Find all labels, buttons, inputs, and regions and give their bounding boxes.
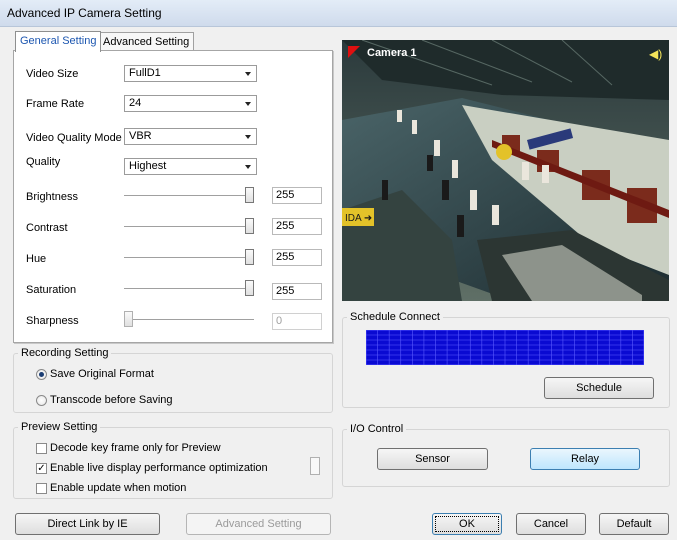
chevron-down-icon: [245, 72, 251, 76]
video-quality-mode-value: VBR: [129, 130, 152, 142]
sensor-button[interactable]: Sensor: [377, 448, 488, 470]
io-control-title: I/O Control: [347, 423, 407, 435]
frame-rate-value: 24: [129, 97, 142, 109]
contrast-slider-track: [124, 226, 254, 228]
camera-name: Camera 1: [367, 47, 417, 59]
schedule-grid-svg: [365, 329, 645, 366]
saturation-slider-track: [124, 288, 254, 290]
recording-setting-title: Recording Setting: [18, 347, 112, 359]
window-title: Advanced IP Camera Setting: [7, 6, 162, 20]
recording-indicator-icon: [348, 46, 360, 58]
cancel-button[interactable]: Cancel: [516, 513, 586, 535]
schedule-button[interactable]: Schedule: [544, 377, 654, 399]
brightness-slider-thumb[interactable]: [245, 187, 254, 203]
saturation-slider-thumb[interactable]: [245, 280, 254, 296]
hue-label: Hue: [26, 253, 47, 265]
hue-slider-thumb[interactable]: [245, 249, 254, 265]
decode-key-frame-checkbox[interactable]: [36, 443, 47, 454]
direct-link-by-ie-button[interactable]: Direct Link by IE: [15, 513, 160, 535]
sharpness-value[interactable]: 0: [272, 313, 322, 330]
update-when-motion-checkbox[interactable]: [36, 483, 47, 494]
preview-setting-title: Preview Setting: [18, 421, 101, 433]
frame-rate-label: Frame Rate: [26, 98, 85, 110]
sharpness-slider-thumb[interactable]: [124, 311, 133, 327]
contrast-label: Contrast: [26, 222, 68, 234]
saturation-label: Saturation: [26, 284, 77, 296]
relay-button[interactable]: Relay: [530, 448, 640, 470]
sharpness-slider-track: [124, 319, 254, 321]
quality-label: Quality: [26, 156, 61, 168]
camera-preview: IDA ➜ Camera 1 ◀): [342, 39, 669, 301]
update-when-motion-label[interactable]: Enable update when motion: [50, 482, 186, 494]
video-quality-mode-select[interactable]: VBR: [124, 128, 257, 145]
chevron-down-icon: [245, 135, 251, 139]
ok-button[interactable]: OK: [432, 513, 502, 535]
camera-scene: IDA ➜: [342, 39, 669, 301]
video-quality-mode-label: Video Quality Mode: [26, 132, 122, 144]
save-original-format-label[interactable]: Save Original Format: [50, 368, 154, 380]
brightness-value[interactable]: 255: [272, 187, 322, 204]
svg-text:IDA ➜: IDA ➜: [345, 213, 372, 224]
hue-value[interactable]: 255: [272, 249, 322, 266]
speaker-icon[interactable]: ◀): [649, 47, 662, 61]
tab-general-setting[interactable]: General Setting: [15, 31, 102, 52]
transcode-before-saving-radio[interactable]: [36, 395, 47, 406]
brightness-slider-track: [124, 195, 254, 197]
chevron-down-icon: [245, 165, 251, 169]
contrast-value[interactable]: 255: [272, 218, 322, 235]
sharpness-label: Sharpness: [26, 315, 79, 327]
default-button[interactable]: Default: [599, 513, 669, 535]
video-size-label: Video Size: [26, 68, 79, 80]
video-size-select[interactable]: FullD1: [124, 65, 257, 82]
brightness-label: Brightness: [26, 191, 78, 203]
save-original-format-radio[interactable]: [36, 369, 47, 380]
advanced-setting-button[interactable]: Advanced Setting: [186, 513, 331, 535]
schedule-connect-title: Schedule Connect: [347, 311, 443, 323]
title-bar: Advanced IP Camera Setting: [0, 0, 677, 27]
info-icon: [310, 457, 320, 475]
chevron-down-icon: [245, 102, 251, 106]
live-display-optimization-label[interactable]: Enable live display performance optimiza…: [50, 462, 268, 474]
hue-slider-track: [124, 257, 254, 259]
live-display-optimization-checkbox[interactable]: ✓: [36, 463, 47, 474]
quality-value: Highest: [129, 160, 167, 172]
saturation-value[interactable]: 255: [272, 283, 322, 300]
quality-select[interactable]: Highest: [124, 158, 257, 175]
frame-rate-select[interactable]: 24: [124, 95, 257, 112]
decode-key-frame-label[interactable]: Decode key frame only for Preview: [50, 442, 221, 454]
video-size-value: FullD1: [129, 67, 161, 79]
schedule-grid: [365, 329, 645, 366]
transcode-before-saving-label[interactable]: Transcode before Saving: [50, 394, 173, 406]
contrast-slider-thumb[interactable]: [245, 218, 254, 234]
tab-advanced-setting[interactable]: Advanced Setting: [98, 32, 195, 51]
